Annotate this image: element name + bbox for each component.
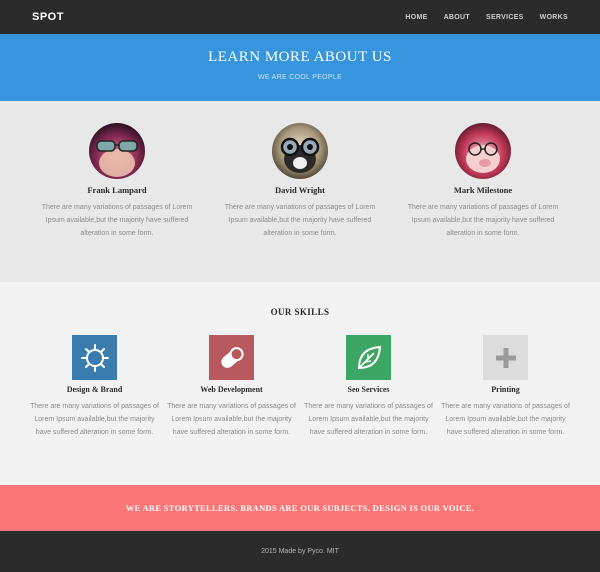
skill-card: Web Development There are many variation… — [163, 335, 300, 439]
skill-description: There are many variations of passages of… — [441, 403, 570, 436]
nav-link-home[interactable]: HOME — [405, 14, 427, 21]
skill-name: Seo Services — [347, 385, 390, 394]
skill-description: There are many variations of passages of… — [167, 403, 296, 436]
nav-link-services[interactable]: SERVICES — [486, 14, 524, 21]
skills-section: OUR SKILLS Design & Brand There are many… — [0, 282, 600, 485]
nav-link-works[interactable]: WORKS — [540, 14, 568, 21]
team-section: Frank Lampard There are many variations … — [0, 101, 600, 282]
nav-links: HOME ABOUT SERVICES WORKS — [405, 14, 568, 21]
footer-text: 2015 Made by Pyco. MIT — [261, 548, 339, 555]
skill-name: Design & Brand — [66, 385, 123, 394]
navbar: SPOT HOME ABOUT SERVICES WORKS — [0, 0, 600, 34]
cat-with-sunglasses-avatar — [89, 123, 145, 179]
banner-text: WE ARE STORYTELLERS. BRANDS ARE OUR SUBJ… — [125, 503, 475, 513]
sun-gear-icon — [72, 335, 117, 380]
skill-card: Design & Brand There are many variations… — [26, 335, 163, 439]
tagline-banner: WE ARE STORYTELLERS. BRANDS ARE OUR SUBJ… — [0, 485, 600, 531]
pill-icon — [209, 335, 254, 380]
member-description: There are many variations of passages of… — [41, 204, 193, 237]
member-name: Mark Milestone — [453, 185, 513, 195]
skill-description: There are many variations of passages of… — [30, 403, 159, 436]
dog-with-goggles-avatar — [272, 123, 328, 179]
skill-description: There are many variations of passages of… — [304, 403, 433, 436]
team-member-card: Mark Milestone There are many variations… — [392, 123, 575, 282]
hero-title: LEARN MORE ABOUT US — [208, 49, 392, 65]
member-description: There are many variations of passages of… — [407, 204, 559, 237]
skill-name: Printing — [491, 385, 520, 394]
team-member-card: Frank Lampard There are many variations … — [26, 123, 209, 282]
skills-title: OUR SKILLS — [270, 307, 330, 317]
skill-card: Seo Services There are many variations o… — [300, 335, 437, 439]
hero-section: LEARN MORE ABOUT US WE ARE COOL PEOPLE — [0, 34, 600, 101]
skill-card: Printing There are many variations of pa… — [437, 335, 574, 439]
member-name: Frank Lampard — [87, 185, 147, 195]
leaf-icon — [346, 335, 391, 380]
skill-name: Web Development — [200, 385, 263, 394]
member-description: There are many variations of passages of… — [224, 204, 376, 237]
pig-with-glasses-avatar — [455, 123, 511, 179]
team-member-card: David Wright There are many variations o… — [209, 123, 392, 282]
member-name: David Wright — [275, 185, 325, 195]
hero-subtitle: WE ARE COOL PEOPLE — [257, 74, 343, 81]
plus-icon — [483, 335, 528, 380]
skills-row: Design & Brand There are many variations… — [0, 335, 600, 439]
brand-logo[interactable]: SPOT — [32, 11, 64, 23]
footer: 2015 Made by Pyco. MIT — [0, 531, 600, 572]
nav-link-about[interactable]: ABOUT — [444, 14, 470, 21]
